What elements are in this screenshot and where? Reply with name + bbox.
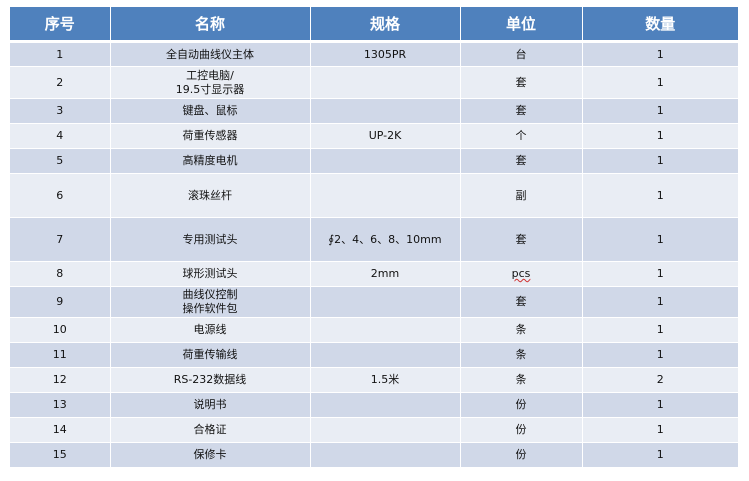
cell-spec: 2mm: [310, 261, 461, 287]
cell-name: 电源线: [110, 317, 311, 343]
cell-unit: 套: [460, 217, 583, 262]
cell-name: 荷重传感器: [110, 123, 311, 149]
table-row: 15 保修卡 份 1: [10, 442, 738, 468]
table-row: 14 合格证 份 1: [10, 417, 738, 443]
table-row: 9 曲线仪控制 操作软件包 套 1: [10, 286, 738, 318]
cell-spec: [310, 173, 461, 218]
cell-name: 合格证: [110, 417, 311, 443]
cell-qty: 1: [582, 392, 738, 418]
cell-no: 13: [10, 392, 111, 418]
cell-spec: [310, 98, 461, 124]
table-row: 7 专用测试头 ∮2、4、6、8、10mm 套 1: [10, 217, 738, 262]
table-row: 13 说明书 份 1: [10, 392, 738, 418]
cell-spec: ∮2、4、6、8、10mm: [310, 217, 461, 262]
equipment-list: 序号 名称 规格 单位 数量 1 全自动曲线仪主体 1305PR 台 1 2 工…: [10, 7, 738, 468]
header-no: 序号: [10, 7, 111, 43]
cell-unit: 份: [460, 442, 583, 468]
header-name: 名称: [110, 7, 311, 43]
unit-text: pcs: [511, 267, 531, 280]
cell-qty: 1: [582, 41, 738, 67]
cell-unit: pcs: [460, 261, 583, 287]
cell-spec: [310, 148, 461, 174]
table-row: 8 球形测试头 2mm pcs 1: [10, 261, 738, 287]
cell-no: 12: [10, 367, 111, 393]
cell-qty: 1: [582, 261, 738, 287]
cell-unit: 套: [460, 66, 583, 99]
cell-qty: 1: [582, 98, 738, 124]
cell-qty: 1: [582, 317, 738, 343]
cell-name: 保修卡: [110, 442, 311, 468]
cell-qty: 1: [582, 442, 738, 468]
table-row: 10 电源线 条 1: [10, 317, 738, 343]
cell-name: 滚珠丝杆: [110, 173, 311, 218]
cell-no: 8: [10, 261, 111, 287]
table-row: 5 高精度电机 套 1: [10, 148, 738, 174]
cell-name: 工控电脑/ 19.5寸显示器: [110, 66, 311, 99]
cell-no: 2: [10, 66, 111, 99]
header-unit: 单位: [460, 7, 583, 43]
cell-unit: 条: [460, 367, 583, 393]
cell-spec: [310, 66, 461, 99]
cell-spec: [310, 417, 461, 443]
table-row: 3 键盘、鼠标 套 1: [10, 98, 738, 124]
table-row: 1 全自动曲线仪主体 1305PR 台 1: [10, 41, 738, 67]
cell-unit: 副: [460, 173, 583, 218]
cell-qty: 1: [582, 342, 738, 368]
cell-name: RS-232数据线: [110, 367, 311, 393]
cell-no: 14: [10, 417, 111, 443]
cell-qty: 1: [582, 417, 738, 443]
cell-no: 4: [10, 123, 111, 149]
cell-name: 高精度电机: [110, 148, 311, 174]
cell-name: 球形测试头: [110, 261, 311, 287]
cell-name: 键盘、鼠标: [110, 98, 311, 124]
cell-qty: 1: [582, 66, 738, 99]
table-header-row: 序号 名称 规格 单位 数量: [10, 7, 738, 43]
cell-name: 荷重传输线: [110, 342, 311, 368]
cell-no: 6: [10, 173, 111, 218]
cell-no: 5: [10, 148, 111, 174]
table-row: 6 滚珠丝杆 副 1: [10, 173, 738, 218]
cell-qty: 1: [582, 217, 738, 262]
cell-no: 9: [10, 286, 111, 318]
cell-spec: [310, 442, 461, 468]
cell-qty: 1: [582, 148, 738, 174]
cell-unit: 套: [460, 286, 583, 318]
cell-unit: 台: [460, 41, 583, 67]
cell-unit: 套: [460, 98, 583, 124]
cell-no: 10: [10, 317, 111, 343]
cell-unit: 个: [460, 123, 583, 149]
cell-spec: UP-2K: [310, 123, 461, 149]
cell-spec: [310, 392, 461, 418]
equipment-table: 序号 名称 规格 单位 数量 1 全自动曲线仪主体 1305PR 台 1 2 工…: [10, 7, 738, 468]
cell-no: 15: [10, 442, 111, 468]
table-row: 2 工控电脑/ 19.5寸显示器 套 1: [10, 66, 738, 99]
cell-spec: [310, 342, 461, 368]
cell-unit: 份: [460, 417, 583, 443]
cell-qty: 2: [582, 367, 738, 393]
cell-qty: 1: [582, 173, 738, 218]
header-qty: 数量: [582, 7, 738, 43]
cell-qty: 1: [582, 286, 738, 318]
cell-name: 专用测试头: [110, 217, 311, 262]
cell-name: 曲线仪控制 操作软件包: [110, 286, 311, 318]
table-row: 12 RS-232数据线 1.5米 条 2: [10, 367, 738, 393]
header-spec: 规格: [310, 7, 461, 43]
table-row: 4 荷重传感器 UP-2K 个 1: [10, 123, 738, 149]
cell-spec: 1.5米: [310, 367, 461, 393]
cell-no: 11: [10, 342, 111, 368]
cell-no: 7: [10, 217, 111, 262]
cell-qty: 1: [582, 123, 738, 149]
cell-unit: 套: [460, 148, 583, 174]
cell-name: 说明书: [110, 392, 311, 418]
table-row: 11 荷重传输线 条 1: [10, 342, 738, 368]
cell-spec: [310, 286, 461, 318]
cell-name: 全自动曲线仪主体: [110, 41, 311, 67]
cell-unit: 条: [460, 317, 583, 343]
cell-no: 1: [10, 41, 111, 67]
cell-unit: 条: [460, 342, 583, 368]
cell-no: 3: [10, 98, 111, 124]
cell-spec: [310, 317, 461, 343]
cell-unit: 份: [460, 392, 583, 418]
cell-spec: 1305PR: [310, 41, 461, 67]
